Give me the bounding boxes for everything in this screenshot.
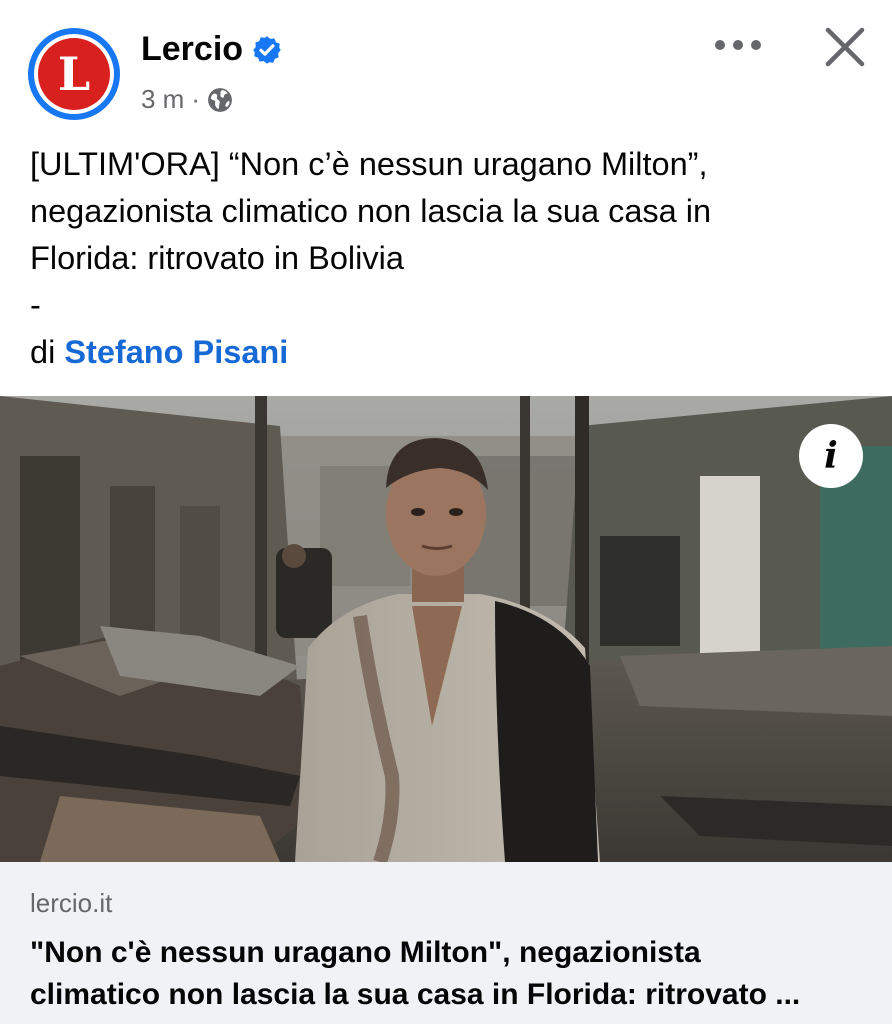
link-preview-card[interactable]: lercio.it "Non c'è nessun uragano Milton… bbox=[0, 862, 892, 1024]
post-byline: di Stefano Pisani bbox=[30, 329, 870, 376]
link-title: "Non c'è nessun uragano Milton", negazio… bbox=[30, 932, 870, 1016]
post-text-line: Florida: ritrovato in Bolivia bbox=[30, 240, 404, 276]
link-domain: lercio.it bbox=[30, 888, 113, 918]
post-text-line: negazionista climatico non lascia la sua… bbox=[30, 193, 712, 229]
flood-scene-illustration bbox=[0, 396, 892, 862]
link-title-line: climatico non lascia la sua casa in Flor… bbox=[30, 978, 801, 1011]
author-row: Lercio bbox=[141, 30, 282, 69]
post-timestamp[interactable]: 3 m bbox=[141, 84, 184, 115]
lercio-logo: L bbox=[38, 38, 110, 110]
post-header: L Lercio 3 m · bbox=[0, 0, 892, 140]
verified-badge-icon bbox=[253, 35, 281, 64]
page-name-link[interactable]: Lercio bbox=[141, 30, 243, 69]
globe-icon bbox=[208, 87, 232, 112]
link-title-line: "Non c'è nessun uragano Milton", negazio… bbox=[30, 936, 701, 969]
post-text-dash: - bbox=[30, 287, 41, 323]
byline-prefix: di bbox=[30, 334, 65, 370]
more-options-icon bbox=[715, 40, 761, 50]
info-icon: i bbox=[824, 435, 838, 477]
post-message: [ULTIM'ORA] “Non c’è nessun uragano Milt… bbox=[30, 141, 870, 376]
post-meta: 3 m · bbox=[141, 84, 233, 115]
info-button[interactable]: i bbox=[799, 424, 863, 488]
close-button[interactable] bbox=[822, 24, 868, 70]
page-avatar[interactable]: L bbox=[28, 28, 120, 120]
article-image[interactable] bbox=[0, 396, 892, 862]
meta-separator: · bbox=[191, 84, 201, 114]
author-tag-link[interactable]: Stefano Pisani bbox=[64, 334, 288, 370]
close-icon bbox=[825, 27, 865, 67]
more-options-button[interactable] bbox=[712, 28, 764, 62]
avatar-ring: L bbox=[34, 34, 114, 114]
post-text-line: [ULTIM'ORA] “Non c’è nessun uragano Milt… bbox=[30, 146, 708, 182]
